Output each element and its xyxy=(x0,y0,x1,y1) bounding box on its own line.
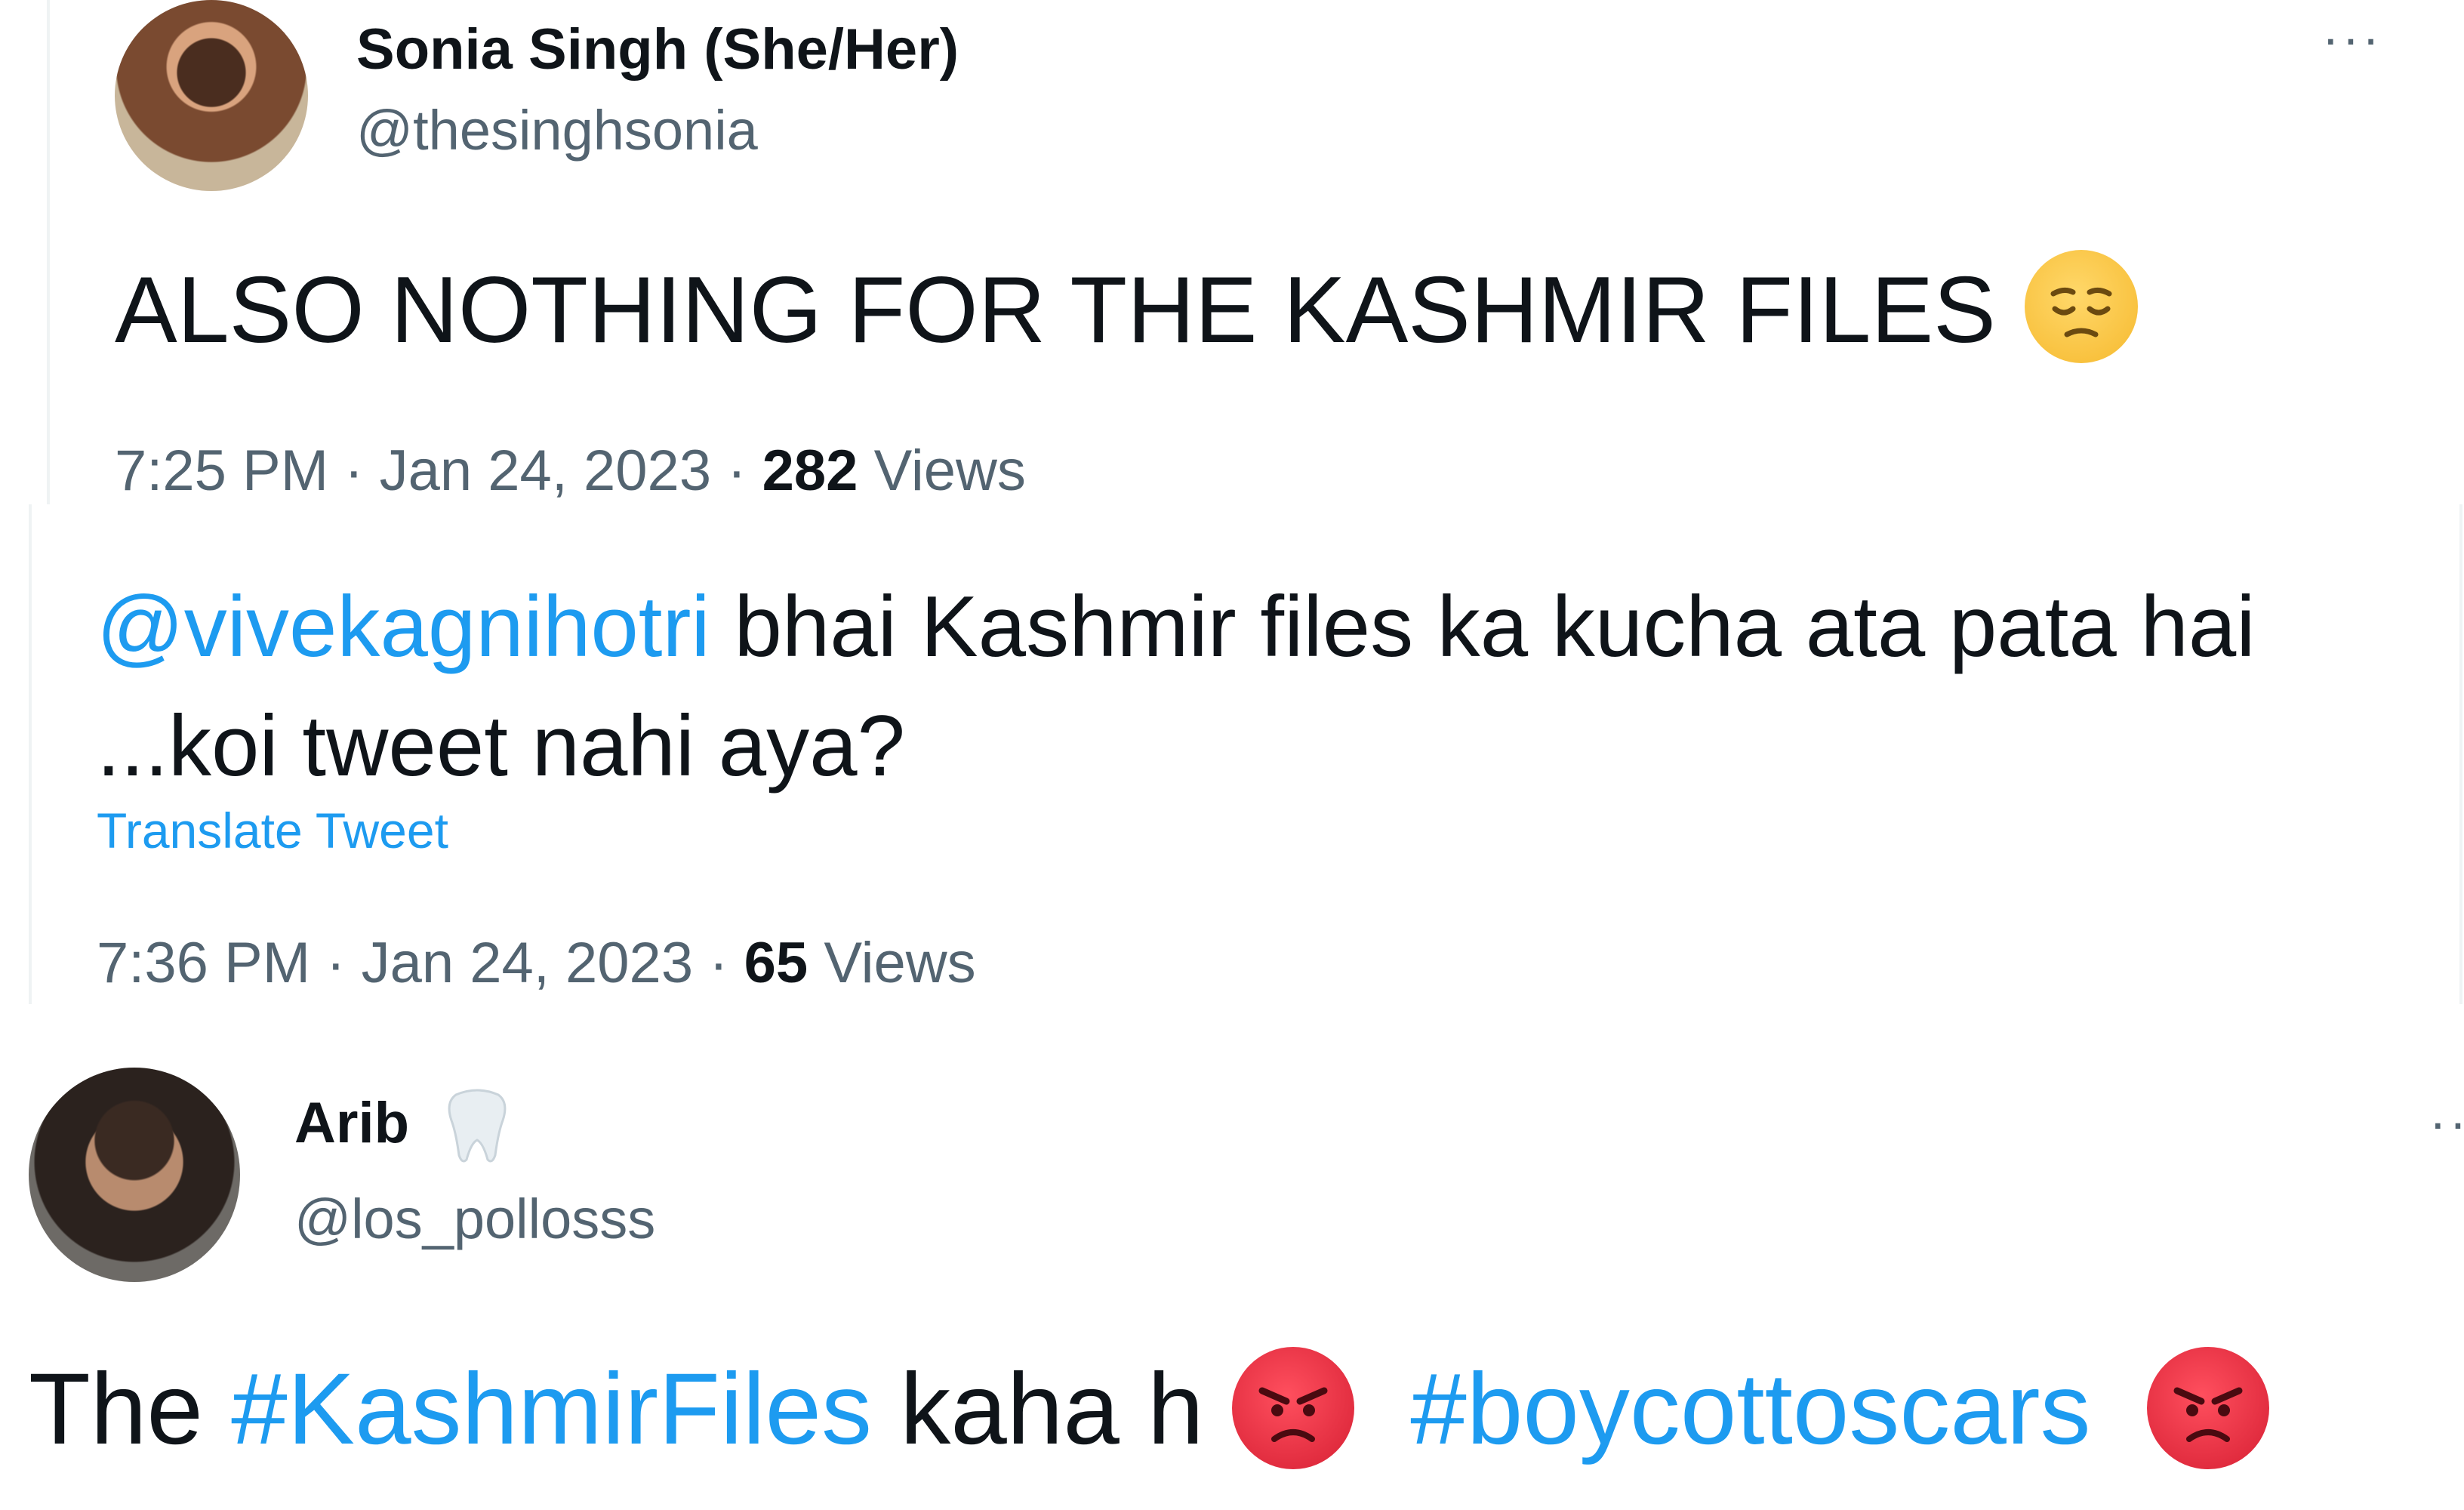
views-label: Views xyxy=(873,439,1026,503)
angry-face-icon xyxy=(1231,1346,1354,1469)
views-count: 65 xyxy=(744,931,808,995)
tweet-date[interactable]: Jan 24, 2023 xyxy=(362,931,694,995)
tweet-meta: 7:36 PM · Jan 24, 2023 · 65 Views xyxy=(97,930,976,996)
views-count: 282 xyxy=(762,439,858,503)
tweet-1: Sonia Singh (She/Her) @thesinghsonia ···… xyxy=(0,0,2464,504)
tweet-meta: 7:25 PM · Jan 24, 2023 · 282 Views xyxy=(115,438,1026,504)
tweet-date[interactable]: Jan 24, 2023 xyxy=(380,439,712,503)
thread-divider xyxy=(29,504,32,1004)
hashtag-link[interactable]: #boycottoscars xyxy=(1410,1353,2090,1465)
tweet-text: The #KashmirFiles kaha h #boycottoscars xyxy=(29,1346,2269,1478)
tweet-text: ALSO NOTHING FOR THE KASHMIR FILES xyxy=(115,250,2138,374)
tweet-time[interactable]: 7:36 PM xyxy=(97,931,310,995)
more-options-icon[interactable]: ··· xyxy=(2322,9,2382,68)
tooth-icon xyxy=(445,1087,509,1166)
angry-face-icon xyxy=(2147,1346,2269,1469)
thread-divider xyxy=(47,0,50,504)
author-handle[interactable]: @los_pollosss xyxy=(294,1187,655,1251)
tweet-text: @vivekagnihotri bhai Kashmir files ka ku… xyxy=(97,568,2399,806)
pensive-face-icon xyxy=(2024,250,2138,364)
meta-separator: · xyxy=(693,931,744,995)
tweet-text-content: The xyxy=(29,1353,232,1465)
tweet-text-content: kaha h xyxy=(872,1353,1232,1465)
author-name[interactable]: Arib xyxy=(294,1090,409,1156)
tweet-text-content: ALSO NOTHING FOR THE KASHMIR FILES xyxy=(115,258,1996,362)
hashtag-link[interactable]: #KashmirFiles xyxy=(231,1353,872,1465)
more-options-icon[interactable]: ·· xyxy=(2429,1093,2464,1152)
tweet-time[interactable]: 7:25 PM xyxy=(115,439,328,503)
mention-link[interactable]: @vivekagnihotri xyxy=(97,579,710,675)
author-name[interactable]: Sonia Singh (She/Her) xyxy=(356,17,959,82)
views-label: Views xyxy=(824,931,976,995)
avatar[interactable] xyxy=(29,1068,240,1282)
card-border xyxy=(2459,504,2462,1004)
meta-separator: · xyxy=(711,439,762,503)
author-handle[interactable]: @thesinghsonia xyxy=(356,98,758,162)
avatar[interactable] xyxy=(115,0,308,191)
translate-tweet-link[interactable]: Translate Tweet xyxy=(97,802,448,859)
meta-separator: · xyxy=(310,931,362,995)
meta-separator: · xyxy=(328,439,380,503)
